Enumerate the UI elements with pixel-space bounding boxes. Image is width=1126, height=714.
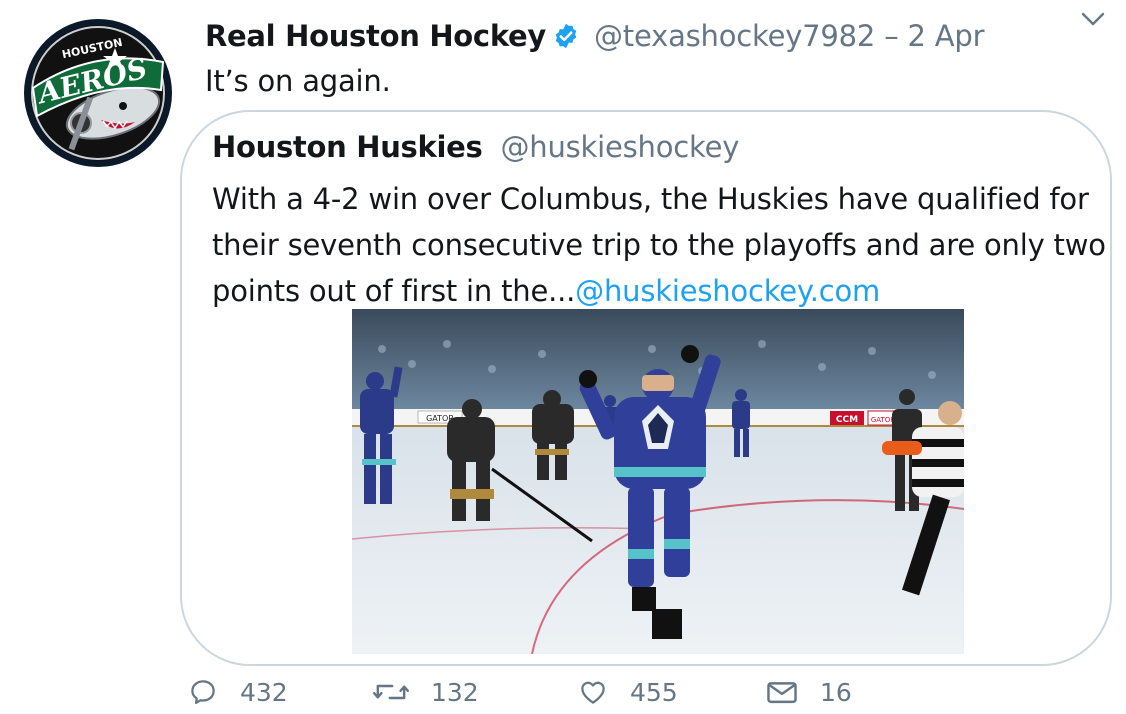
reply-button[interactable]: 432 bbox=[188, 676, 288, 708]
board-sign-gator-2: GATOR bbox=[871, 416, 895, 424]
retweet-count: 132 bbox=[431, 677, 479, 707]
tweet[interactable]: HOUSTON AEROS Real Houston Hockey @texas… bbox=[0, 0, 1126, 714]
reply-icon bbox=[188, 677, 218, 707]
retweet-button[interactable]: 132 bbox=[373, 676, 479, 708]
quoted-display-name: Houston Huskies bbox=[212, 130, 483, 164]
quoted-link[interactable]: @huskieshockey.com bbox=[575, 274, 880, 308]
quoted-tweet[interactable]: Houston Huskies @huskieshockey With a 4-… bbox=[180, 110, 1112, 666]
like-count: 455 bbox=[630, 677, 678, 707]
aeros-logo-icon: HOUSTON AEROS bbox=[24, 19, 172, 167]
quoted-media-image[interactable]: GATOR CCM GATOR bbox=[352, 309, 964, 654]
direct-message-button[interactable]: 16 bbox=[766, 676, 852, 708]
heart-icon bbox=[578, 677, 608, 707]
envelope-icon bbox=[766, 677, 798, 707]
author-handle-and-timestamp[interactable]: @texashockey7982 – 2 Apr bbox=[594, 19, 985, 53]
tweet-header: Real Houston Hockey @texashockey7982 – 2… bbox=[205, 14, 985, 58]
like-button[interactable]: 455 bbox=[578, 676, 678, 708]
quoted-tweet-header: Houston Huskies @huskieshockey bbox=[212, 130, 739, 164]
tweet-text: It’s on again. bbox=[205, 64, 391, 98]
dm-count: 16 bbox=[820, 677, 852, 707]
hockey-celebration-image: GATOR CCM GATOR bbox=[352, 309, 964, 654]
retweet-icon bbox=[373, 677, 409, 707]
author-display-name[interactable]: Real Houston Hockey bbox=[205, 19, 546, 53]
chevron-down-icon[interactable] bbox=[1080, 8, 1106, 30]
quoted-handle: @huskieshockey bbox=[500, 130, 740, 164]
quoted-tweet-text: With a 4-2 win over Columbus, the Huskie… bbox=[212, 176, 1110, 314]
board-sign-ccm: CCM bbox=[836, 415, 858, 425]
reply-count: 432 bbox=[240, 677, 288, 707]
verified-badge-icon bbox=[552, 22, 580, 50]
avatar[interactable]: HOUSTON AEROS bbox=[23, 18, 173, 168]
